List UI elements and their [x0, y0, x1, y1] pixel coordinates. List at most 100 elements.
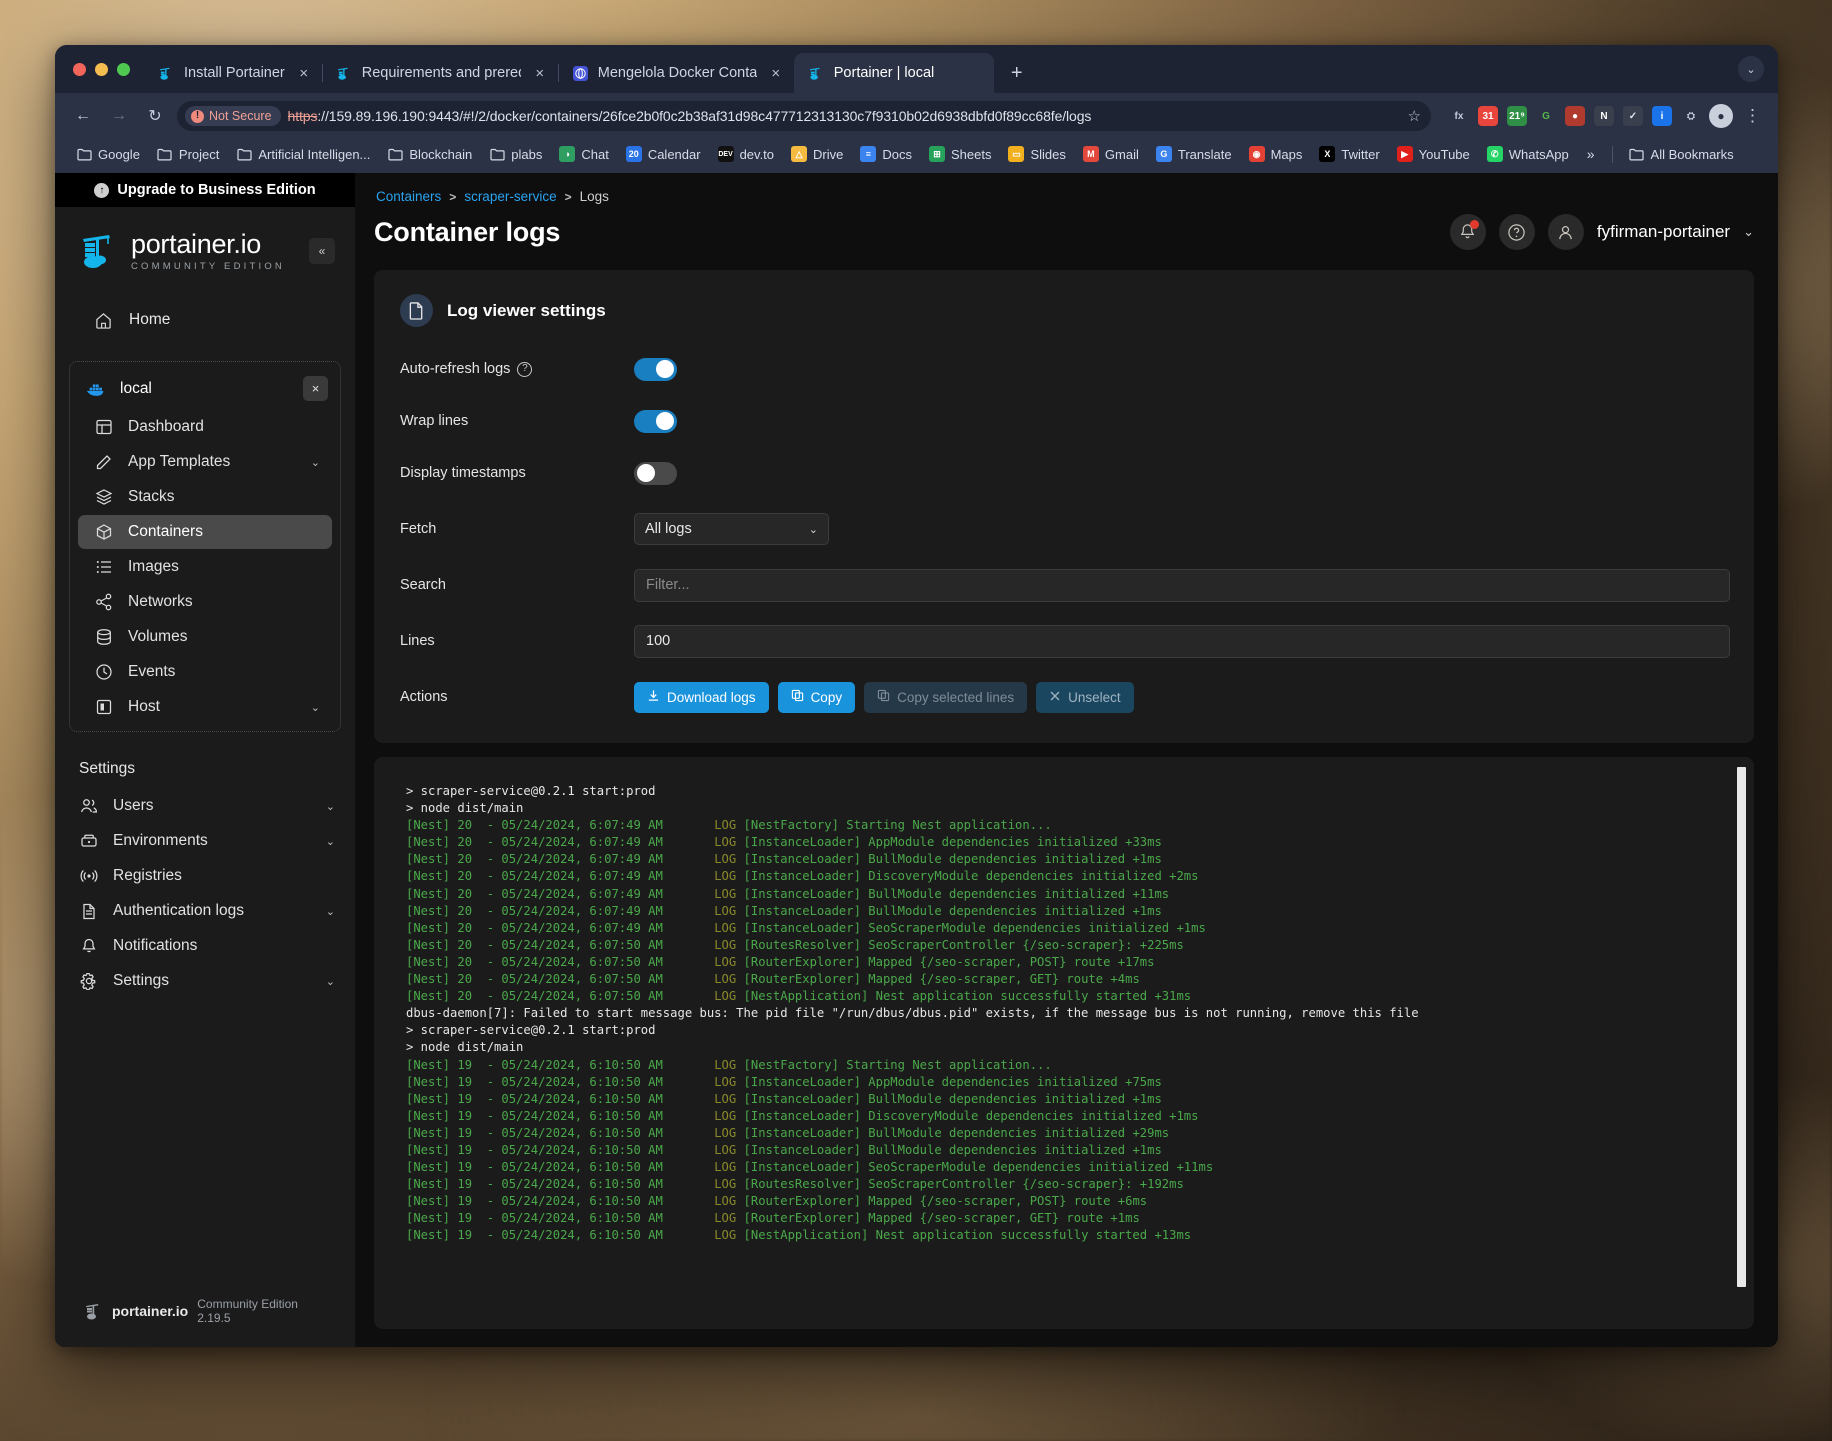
- log-line[interactable]: [Nest] 19 - 05/24/2024, 6:10:50 AM LOG […: [406, 1074, 1726, 1091]
- bookmarks-overflow-button[interactable]: »: [1579, 146, 1603, 162]
- log-line[interactable]: [Nest] 20 - 05/24/2024, 6:07:49 AM LOG […: [406, 834, 1726, 851]
- reload-icon[interactable]: ↻: [141, 102, 169, 130]
- sidebar-item-volumes[interactable]: Volumes: [78, 620, 332, 654]
- bookmark-item-3[interactable]: Blockchain: [380, 142, 479, 166]
- bookmark-item-1[interactable]: Project: [150, 142, 226, 166]
- back-icon[interactable]: ←: [69, 102, 97, 130]
- log-line[interactable]: [Nest] 19 - 05/24/2024, 6:10:50 AM LOG […: [406, 1210, 1726, 1227]
- log-line[interactable]: [Nest] 20 - 05/24/2024, 6:07:49 AM LOG […: [406, 886, 1726, 903]
- all-bookmarks-button[interactable]: All Bookmarks: [1622, 142, 1741, 166]
- bookmark-item-17[interactable]: ✆ WhatsApp: [1480, 142, 1576, 166]
- sidebar-item-app-templates[interactable]: App Templates ⌄: [78, 445, 332, 479]
- sidebar-item-authentication-logs[interactable]: Authentication logs ⌄: [63, 894, 347, 928]
- chevron-down-icon[interactable]: ⌄: [326, 800, 335, 813]
- bookmark-item-10[interactable]: ⊞ Sheets: [922, 142, 998, 166]
- log-line[interactable]: > node dist/main: [406, 1039, 1726, 1056]
- log-line[interactable]: [Nest] 19 - 05/24/2024, 6:10:50 AM LOG […: [406, 1057, 1726, 1074]
- lines-input[interactable]: 100: [634, 624, 1730, 658]
- sidebar-item-events[interactable]: Events: [78, 655, 332, 689]
- log-line[interactable]: [Nest] 19 - 05/24/2024, 6:10:50 AM LOG […: [406, 1108, 1726, 1125]
- chevron-down-icon[interactable]: ⌄: [326, 905, 335, 918]
- log-line[interactable]: [Nest] 20 - 05/24/2024, 6:07:49 AM LOG […: [406, 851, 1726, 868]
- sidebar-item-registries[interactable]: Registries: [63, 859, 347, 893]
- breadcrumb-item-1[interactable]: scraper-service: [464, 189, 556, 204]
- fx-extension-icon[interactable]: fx: [1449, 106, 1469, 126]
- browser-tab-1[interactable]: Requirements and prerequisit ×: [322, 53, 559, 93]
- log-line[interactable]: [Nest] 19 - 05/24/2024, 6:10:50 AM LOG […: [406, 1193, 1726, 1210]
- checkbox-extension-icon[interactable]: ✓: [1623, 106, 1643, 126]
- notifications-button[interactable]: [1449, 214, 1486, 250]
- log-line[interactable]: [Nest] 20 - 05/24/2024, 6:07:50 AM LOG […: [406, 971, 1726, 988]
- environment-header[interactable]: local ×: [70, 368, 340, 409]
- sidebar-item-images[interactable]: Images: [78, 550, 332, 584]
- log-line[interactable]: > scraper-service@0.2.1 start:prod: [406, 1022, 1726, 1039]
- log-line[interactable]: [Nest] 20 - 05/24/2024, 6:07:49 AM LOG […: [406, 817, 1726, 834]
- calendar-31-extension-icon[interactable]: 31: [1478, 106, 1498, 126]
- fetch-select[interactable]: All logs ⌄: [634, 513, 829, 545]
- browser-profile-avatar[interactable]: ●: [1709, 104, 1733, 128]
- bookmark-item-8[interactable]: △ Drive: [784, 142, 850, 166]
- log-line[interactable]: [Nest] 20 - 05/24/2024, 6:07:50 AM LOG […: [406, 954, 1726, 971]
- log-line[interactable]: [Nest] 20 - 05/24/2024, 6:07:49 AM LOG […: [406, 868, 1726, 885]
- user-menu-chevron-down-icon[interactable]: ⌄: [1743, 224, 1754, 240]
- info-extension-icon[interactable]: i: [1652, 106, 1672, 126]
- browser-tab-3[interactable]: Portainer | local: [793, 53, 994, 93]
- puzzle-extension-icon[interactable]: ⛭: [1681, 106, 1701, 126]
- log-line[interactable]: [Nest] 19 - 05/24/2024, 6:10:50 AM LOG […: [406, 1125, 1726, 1142]
- bookmark-item-9[interactable]: ≡ Docs: [853, 142, 919, 166]
- chevron-down-icon[interactable]: ⌄: [326, 835, 335, 848]
- bookmark-item-7[interactable]: DEV dev.to: [711, 142, 781, 166]
- bookmark-item-2[interactable]: Artificial Intelligen...: [229, 142, 377, 166]
- browser-tab-2[interactable]: Mengelola Docker Container c ×: [558, 53, 795, 93]
- chevron-down-icon[interactable]: ⌄: [311, 456, 320, 469]
- sidebar-item-containers[interactable]: Containers: [78, 515, 332, 549]
- log-line[interactable]: [Nest] 20 - 05/24/2024, 6:07:49 AM LOG […: [406, 903, 1726, 920]
- sidebar-item-settings[interactable]: Settings ⌄: [63, 964, 347, 998]
- sidebar-item-environments[interactable]: Environments ⌄: [63, 824, 347, 858]
- close-tab-button[interactable]: ×: [530, 63, 550, 83]
- bookmark-item-6[interactable]: 20 Calendar: [619, 142, 708, 166]
- log-scrollbar-thumb[interactable]: [1737, 767, 1746, 1287]
- forward-icon[interactable]: →: [105, 102, 133, 130]
- display-timestamps-toggle[interactable]: [634, 461, 677, 485]
- sidebar-item-users[interactable]: Users ⌄: [63, 789, 347, 823]
- bookmark-item-12[interactable]: M Gmail: [1076, 142, 1146, 166]
- help-icon[interactable]: ?: [517, 361, 533, 377]
- log-line[interactable]: dbus-daemon[7]: Failed to start message …: [406, 1005, 1726, 1022]
- log-line[interactable]: [Nest] 20 - 05/24/2024, 6:07:50 AM LOG […: [406, 937, 1726, 954]
- log-line[interactable]: [Nest] 20 - 05/24/2024, 6:07:49 AM LOG […: [406, 920, 1726, 937]
- minimize-window-button[interactable]: [95, 62, 108, 76]
- log-line[interactable]: [Nest] 19 - 05/24/2024, 6:10:50 AM LOG […: [406, 1142, 1726, 1159]
- log-line[interactable]: > node dist/main: [406, 800, 1726, 817]
- maximize-window-button[interactable]: [117, 62, 130, 76]
- upgrade-to-business-banner[interactable]: ↑ Upgrade to Business Edition: [55, 173, 355, 207]
- notion-extension-icon[interactable]: N: [1594, 106, 1614, 126]
- bookmark-item-16[interactable]: ▶ YouTube: [1390, 142, 1477, 166]
- log-line[interactable]: [Nest] 19 - 05/24/2024, 6:10:50 AM LOG […: [406, 1176, 1726, 1193]
- sidebar-item-stacks[interactable]: Stacks: [78, 480, 332, 514]
- breadcrumb-item-0[interactable]: Containers: [376, 189, 441, 204]
- sidebar-collapse-button[interactable]: «: [309, 238, 335, 264]
- browser-tab-0[interactable]: Install Portainer ×: [144, 53, 323, 93]
- log-line[interactable]: [Nest] 19 - 05/24/2024, 6:10:50 AM LOG […: [406, 1159, 1726, 1176]
- bookmark-item-0[interactable]: Google: [69, 142, 147, 166]
- unselect-button[interactable]: Unselect: [1036, 681, 1134, 713]
- sidebar-item-networks[interactable]: Networks: [78, 585, 332, 619]
- bookmark-item-15[interactable]: X Twitter: [1312, 142, 1386, 166]
- calendar-219-extension-icon[interactable]: 21⁹: [1507, 106, 1527, 126]
- new-tab-button[interactable]: +: [1002, 58, 1032, 88]
- site-security-chip[interactable]: ! Not Secure: [185, 106, 281, 126]
- search-input[interactable]: Filter...: [634, 568, 1730, 602]
- sidebar-item-host[interactable]: Host ⌄: [78, 690, 332, 724]
- bookmark-item-5[interactable]: ◑ Chat: [552, 142, 615, 166]
- auto-refresh-toggle[interactable]: [634, 357, 677, 381]
- close-window-button[interactable]: [73, 62, 86, 76]
- wrap-lines-toggle[interactable]: [634, 409, 677, 433]
- download-logs-button[interactable]: Download logs: [634, 681, 769, 713]
- username-label[interactable]: fyfirman-portainer: [1597, 222, 1730, 242]
- log-output[interactable]: > scraper-service@0.2.1 start:prod > node…: [382, 765, 1732, 1319]
- log-line[interactable]: [Nest] 20 - 05/24/2024, 6:07:50 AM LOG […: [406, 988, 1726, 1005]
- log-line[interactable]: > scraper-service@0.2.1 start:prod: [406, 783, 1726, 800]
- user-avatar-icon[interactable]: [1547, 214, 1584, 250]
- bookmark-item-4[interactable]: plabs: [482, 142, 549, 166]
